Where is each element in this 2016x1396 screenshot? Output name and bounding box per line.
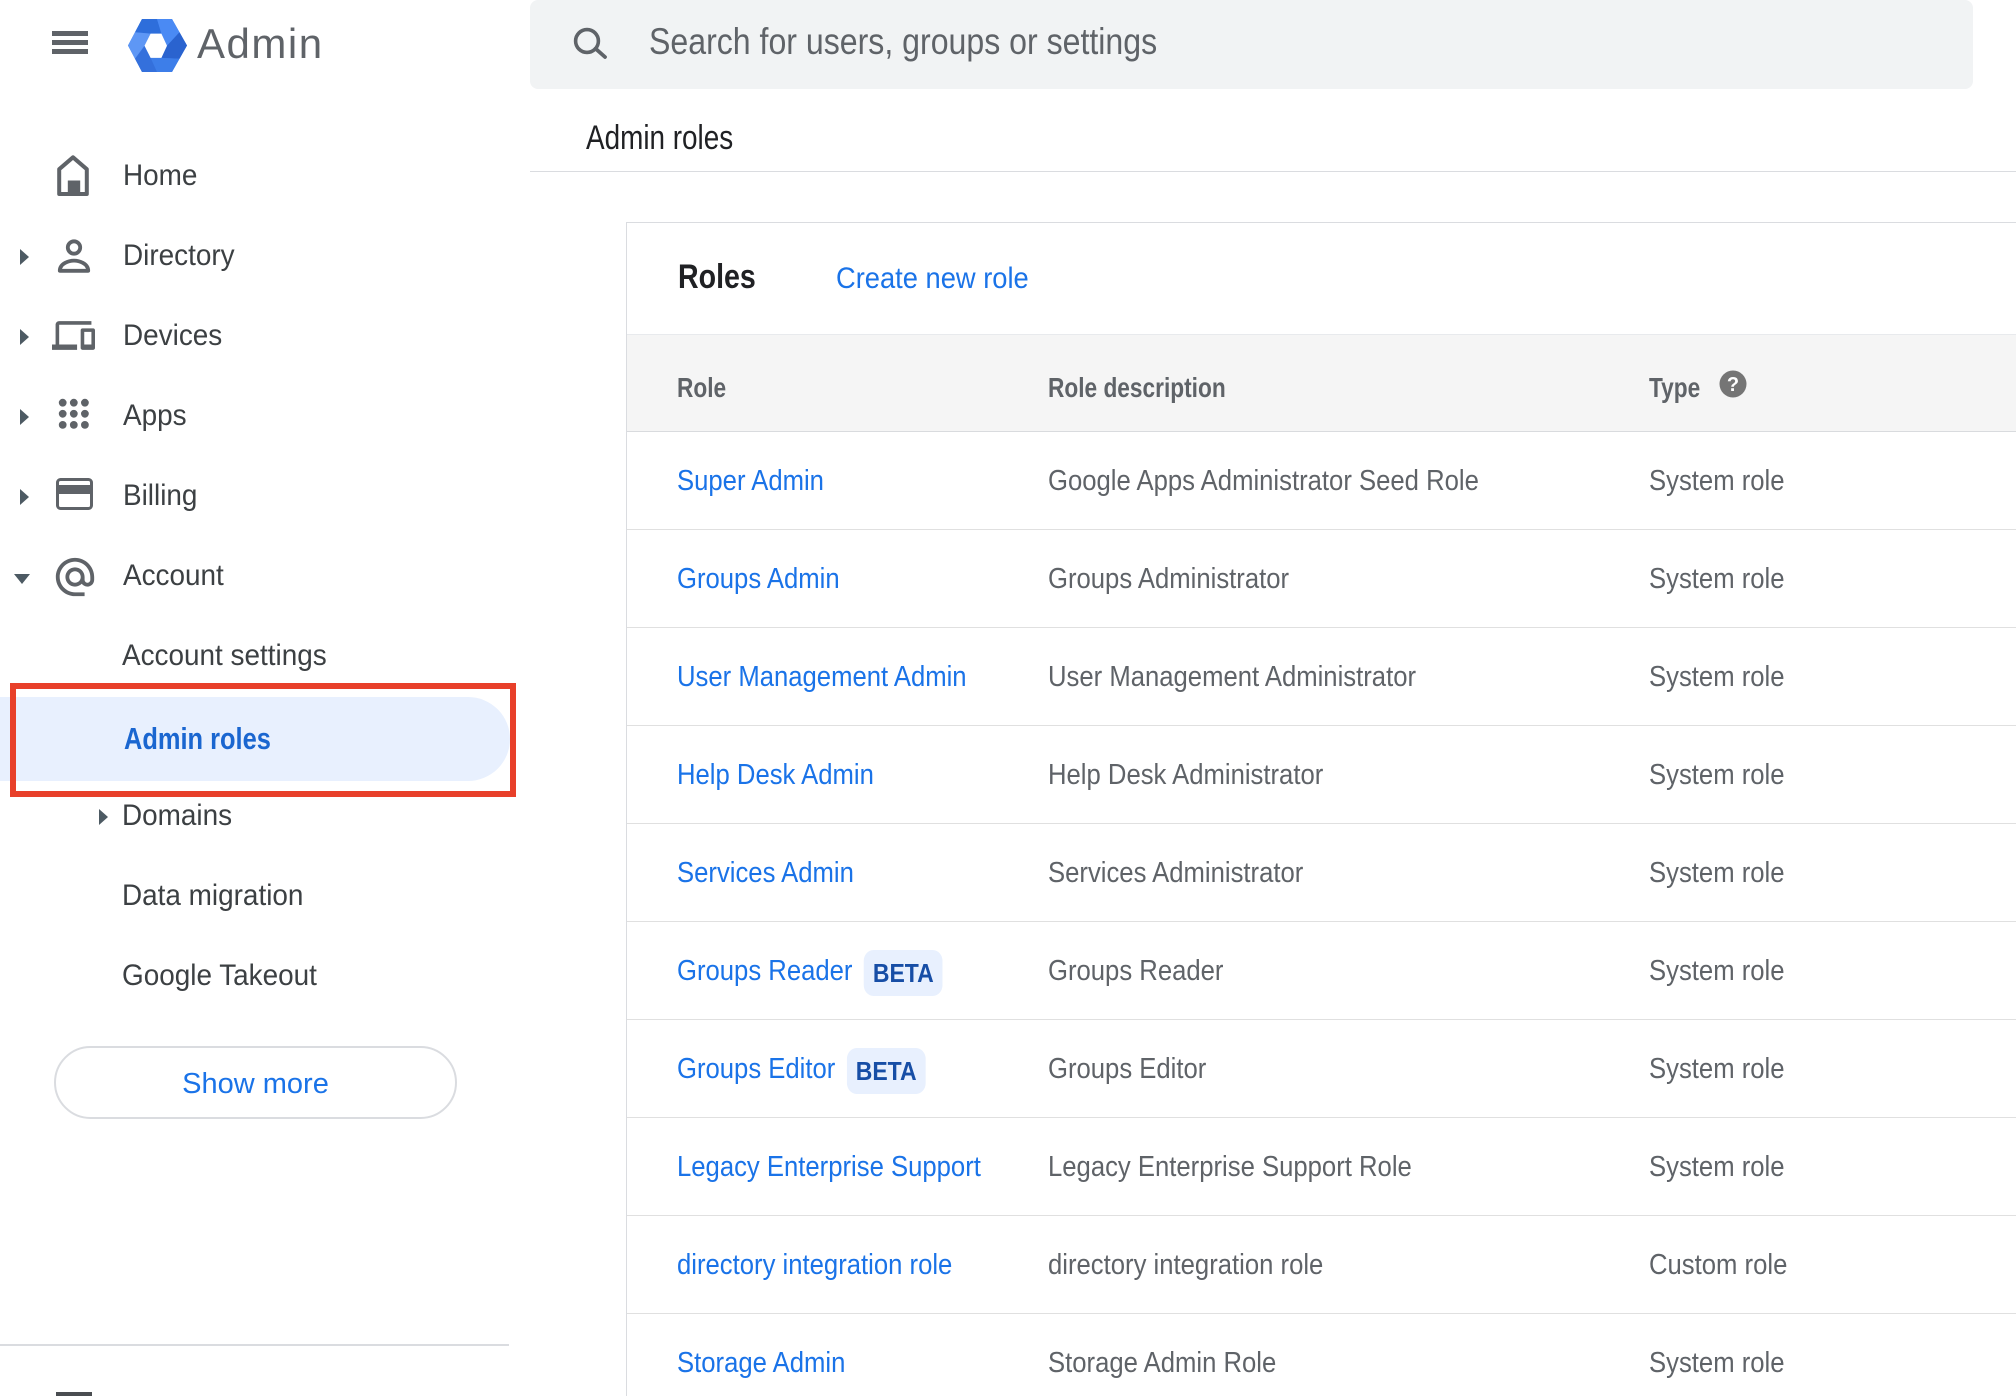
svg-text:?: ? [1727,374,1739,396]
